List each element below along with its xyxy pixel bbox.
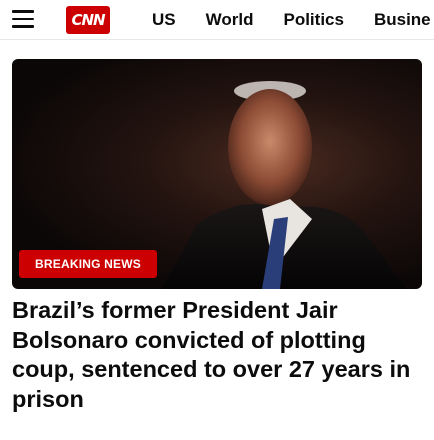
badge-label: BREAKING NEWS — [35, 257, 141, 271]
nav-link-business[interactable]: Busine — [374, 0, 431, 40]
section-nav: US World Politics Busine — [152, 0, 434, 40]
cnn-logo[interactable]: CNN — [66, 6, 110, 34]
nav-link-politics[interactable]: Politics — [283, 0, 343, 40]
nav-link-world[interactable]: World — [206, 0, 254, 40]
top-navigation-bar: CNN US World Politics Busine — [0, 0, 434, 40]
article-headline[interactable]: Brazil’s former President Jair Bolsonaro… — [12, 296, 428, 414]
nav-link-us[interactable]: US — [152, 0, 176, 40]
hamburger-menu-icon[interactable] — [12, 10, 34, 28]
breaking-news-badge: BREAKING NEWS — [19, 250, 157, 278]
logo-text: CNN — [71, 10, 105, 29]
